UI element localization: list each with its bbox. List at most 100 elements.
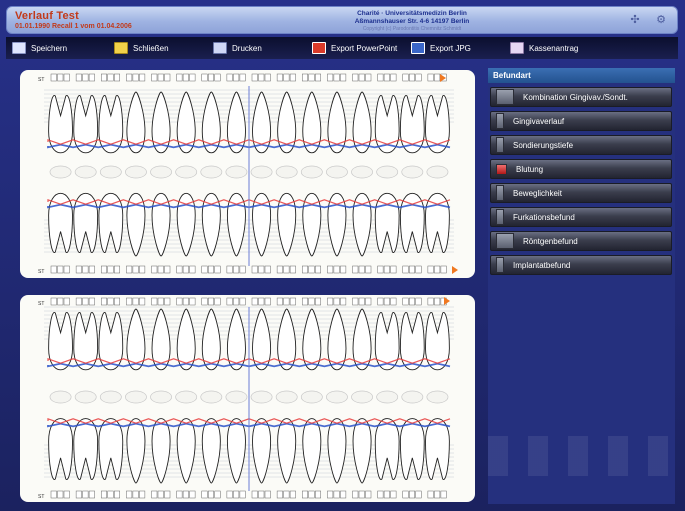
measure-box <box>107 265 114 274</box>
measure-box <box>176 265 183 274</box>
occlusal-tooth <box>326 390 348 404</box>
tooth <box>277 193 297 257</box>
move-icon[interactable]: ✣ <box>629 14 641 26</box>
measure-box <box>82 265 89 274</box>
export-powerpoint-button[interactable]: Export PowerPoint <box>312 40 397 56</box>
close-button[interactable]: Schließen <box>114 40 169 56</box>
minimize-close-icon[interactable]: ⚙ <box>655 14 667 26</box>
window-title: Verlauf Test <box>15 10 79 22</box>
molar-tooth <box>73 418 99 480</box>
measure-box <box>101 297 107 306</box>
tooth <box>126 193 146 257</box>
molar-tooth <box>374 192 400 253</box>
probing-icon <box>496 137 504 153</box>
tooth <box>327 193 347 257</box>
bleeding-icon <box>496 163 507 175</box>
occlusal-tooth <box>99 165 122 179</box>
option-sondierungstiefe[interactable]: Sondierungstiefe <box>490 135 672 155</box>
measure-box <box>189 265 196 274</box>
measure-box <box>208 73 214 82</box>
measure-box <box>264 265 271 274</box>
lower-top-measurement-row <box>50 297 447 306</box>
measure-box <box>327 265 334 274</box>
tooth <box>327 418 347 484</box>
institution-name: Charité · Universitätsmedizin Berlin <box>357 10 467 17</box>
measure-box <box>114 490 120 499</box>
measure-box <box>251 490 258 499</box>
option-roentgenbefund[interactable]: Röntgenbefund <box>490 231 672 251</box>
option-blutung[interactable]: Blutung <box>490 159 672 179</box>
measure-box <box>289 297 296 306</box>
measure-box <box>75 490 82 499</box>
measure-box <box>365 265 372 274</box>
measure-box <box>365 297 372 306</box>
document-icon <box>510 42 524 54</box>
print-button[interactable]: Drucken <box>213 40 262 56</box>
measure-box <box>50 265 57 274</box>
occlusal-tooth <box>225 390 248 404</box>
upper-jaw-drawing[interactable]: ST ST <box>20 70 475 278</box>
lower-bottom-measurement-row <box>50 490 447 499</box>
measure-box <box>114 73 120 82</box>
lower-jaw-drawing[interactable]: ST ST <box>20 295 475 502</box>
occlusal-tooth <box>275 165 298 179</box>
measure-box <box>308 490 315 499</box>
measure-box <box>126 490 133 499</box>
measure-box <box>189 297 196 306</box>
measure-box <box>214 490 221 499</box>
measure-box <box>214 73 221 82</box>
measure-box <box>208 265 214 274</box>
measure-box <box>176 73 183 82</box>
measure-box <box>383 265 390 274</box>
measure-box <box>201 265 208 274</box>
occlusal-tooth <box>326 165 348 179</box>
measure-box <box>434 265 441 274</box>
measure-box <box>340 265 347 274</box>
panel-watermark <box>488 436 675 476</box>
option-gingivaverlauf[interactable]: Gingivaverlauf <box>490 111 672 131</box>
occlusal-tooth <box>275 390 298 404</box>
save-button[interactable]: Speichern <box>12 40 67 56</box>
option-beweglichkeit[interactable]: Beweglichkeit <box>490 183 672 203</box>
measure-box <box>114 265 120 274</box>
occlusal-tooth <box>351 165 373 179</box>
measure-box <box>114 297 120 306</box>
measure-box <box>327 297 334 306</box>
measure-box <box>151 73 158 82</box>
option-furkationsbefund[interactable]: Furkationsbefund <box>490 207 672 227</box>
jpg-icon <box>411 42 425 54</box>
measure-box <box>402 73 409 82</box>
measure-box <box>434 490 441 499</box>
measure-box <box>182 297 189 306</box>
export-powerpoint-label: Export PowerPoint <box>331 43 398 53</box>
measure-box <box>358 490 365 499</box>
option-label: Blutung <box>516 164 544 174</box>
option-label: Furkationsbefund <box>513 212 575 222</box>
measure-box <box>264 490 271 499</box>
measure-box <box>107 490 114 499</box>
measure-box <box>251 265 258 274</box>
measure-box <box>415 265 422 274</box>
measure-box <box>390 265 397 274</box>
occlusal-tooth <box>401 390 424 404</box>
lower-jaw-chart[interactable]: ST ST <box>20 295 475 502</box>
row-label: ST <box>38 77 44 83</box>
row-label: ST <box>38 301 44 307</box>
kassenantrag-button[interactable]: Kassenantrag <box>510 40 578 56</box>
option-kombination[interactable]: Kombination Gingivav./Sondt. <box>490 87 672 107</box>
option-implantatbefund[interactable]: Implantatbefund <box>490 255 672 275</box>
close-button-label: Schließen <box>133 43 169 53</box>
measure-box <box>315 265 321 274</box>
measure-box <box>226 73 233 82</box>
measure-box <box>57 265 64 274</box>
measure-box <box>409 490 415 499</box>
upper-jaw-chart[interactable]: ST ST <box>20 70 475 278</box>
export-jpg-button[interactable]: Export JPG <box>411 40 471 56</box>
measure-box <box>264 297 271 306</box>
measure-box <box>383 297 390 306</box>
measure-box <box>358 73 365 82</box>
measure-box <box>176 490 183 499</box>
measure-box <box>214 265 221 274</box>
measure-box <box>333 490 340 499</box>
measure-box <box>157 73 164 82</box>
